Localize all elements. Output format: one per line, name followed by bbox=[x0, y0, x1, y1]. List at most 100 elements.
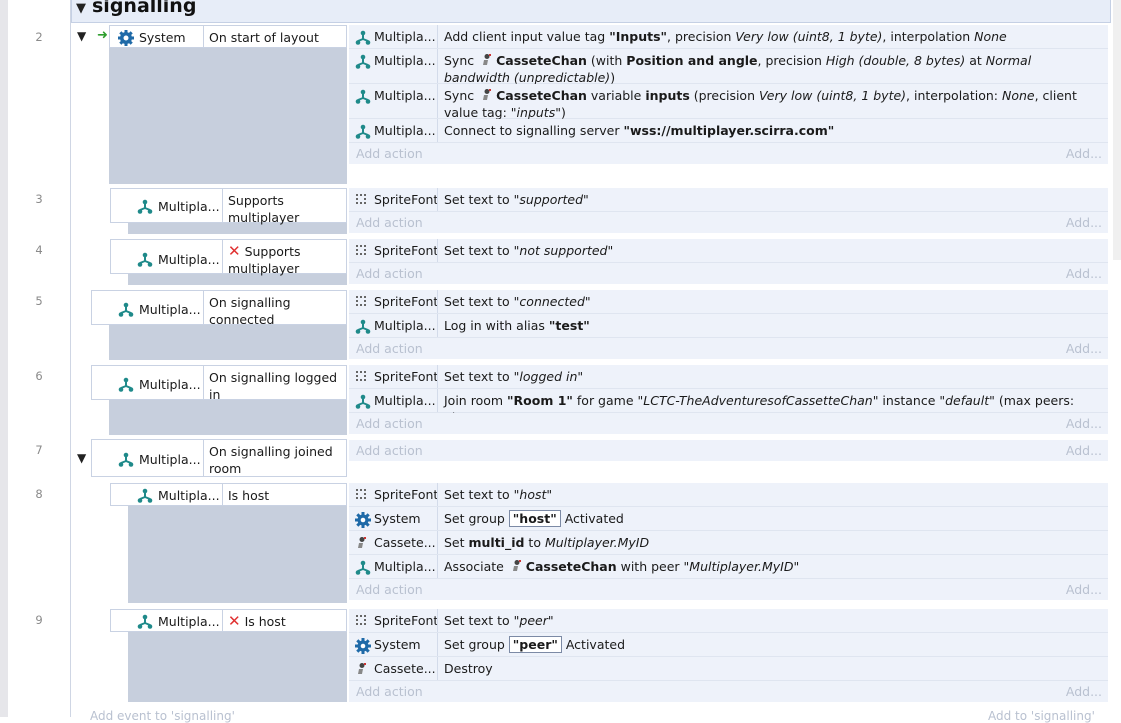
multiplayer-icon bbox=[355, 394, 371, 410]
action-row[interactable]: SpriteFont Set text to "supported" bbox=[349, 188, 1108, 212]
condition-object: Multipla... bbox=[158, 488, 220, 503]
action-text-part: "not supported" bbox=[513, 243, 614, 258]
action-text-part: Sync bbox=[444, 88, 479, 103]
add-event-link[interactable]: Add event to 'signalling' bbox=[90, 709, 235, 723]
condition-text: On signalling connected bbox=[209, 295, 291, 327]
condition-row[interactable]: Multipla... Supports multiplayer bbox=[110, 188, 347, 225]
action-text-part: Associate bbox=[444, 559, 508, 574]
sprite-icon bbox=[480, 53, 492, 67]
collapse-triangle-icon[interactable]: ▼ bbox=[77, 29, 86, 43]
add-action-link[interactable]: Add action bbox=[356, 582, 423, 597]
condition-row[interactable]: Multipla... On signalling logged in bbox=[91, 365, 347, 402]
add-more-link[interactable]: Add... bbox=[1066, 215, 1102, 230]
multiplayer-icon bbox=[355, 54, 371, 70]
action-object: Multipla... bbox=[374, 393, 436, 408]
add-action-link[interactable]: Add action bbox=[356, 146, 423, 161]
scrollbar[interactable] bbox=[1113, 0, 1121, 260]
condition-row[interactable]: Multipla... Is host bbox=[110, 483, 347, 506]
action-object: SpriteFont bbox=[374, 487, 439, 502]
action-object: SpriteFont bbox=[374, 294, 439, 309]
action-text-part: Very low (uint8, 1 byte) bbox=[735, 29, 883, 44]
action-row[interactable]: Multipla... Sync CasseteChan (with Positi… bbox=[349, 49, 1108, 85]
row-number: 4 bbox=[35, 243, 43, 257]
add-action-row[interactable]: Add action Add... bbox=[349, 143, 1108, 164]
add-to-group-link[interactable]: Add to 'signalling' bbox=[988, 709, 1095, 723]
action-text-part: Set text to bbox=[444, 192, 514, 207]
condition-row[interactable]: Multipla... ✕ Supports multiplayer bbox=[110, 239, 347, 276]
condition-object: Multipla... bbox=[158, 252, 220, 267]
add-more-link[interactable]: Add... bbox=[1066, 416, 1102, 431]
condition-object: Multipla... bbox=[158, 199, 220, 214]
separator bbox=[437, 119, 438, 142]
action-row[interactable]: SpriteFont Set text to "not supported" bbox=[349, 239, 1108, 263]
add-action-link[interactable]: Add action bbox=[356, 416, 423, 431]
add-action-row[interactable]: Add action Add... bbox=[349, 413, 1108, 434]
action-text-part: inputs bbox=[645, 88, 690, 103]
condition-row[interactable]: Multipla... On signalling connected bbox=[91, 290, 347, 327]
spritefont-icon bbox=[355, 488, 369, 504]
action-row[interactable]: Multipla... Add client input value tag "I… bbox=[349, 25, 1108, 49]
add-action-row[interactable]: Add action Add... bbox=[349, 212, 1108, 233]
action-row[interactable]: Multipla... Log in with alias "test" bbox=[349, 314, 1108, 338]
add-action-row[interactable]: Add action Add... bbox=[349, 579, 1108, 600]
action-row[interactable]: SpriteFont Set text to "logged in" bbox=[349, 365, 1108, 389]
condition-text: On start of layout bbox=[209, 30, 319, 45]
action-text-part: Set group bbox=[444, 637, 509, 652]
action-row[interactable]: System Set group "host" Activated bbox=[349, 507, 1108, 531]
sprite-icon bbox=[355, 662, 367, 676]
action-row[interactable]: System Set group "peer" Activated bbox=[349, 633, 1108, 657]
group-header[interactable]: ▼ signalling bbox=[71, 0, 1111, 23]
action-text-part: (max peers: bbox=[994, 393, 1075, 408]
add-action-link[interactable]: Add action bbox=[356, 266, 423, 281]
add-more-link[interactable]: Add... bbox=[1066, 266, 1102, 281]
action-text-part: "Multiplayer.MyID" bbox=[683, 559, 800, 574]
action-row[interactable]: Multipla... Associate CasseteChan with pe… bbox=[349, 555, 1108, 579]
action-text-part: "logged in" bbox=[513, 369, 584, 384]
collapse-triangle-icon[interactable]: ▼ bbox=[77, 451, 86, 465]
add-action-row[interactable]: Add action Add... bbox=[349, 440, 1108, 461]
add-action-row[interactable]: Add action Add... bbox=[349, 338, 1108, 359]
action-row[interactable]: Multipla... Join room "Room 1" for game "… bbox=[349, 389, 1108, 425]
add-action-row[interactable]: Add action Add... bbox=[349, 681, 1108, 702]
action-row[interactable]: SpriteFont Set text to "host" bbox=[349, 483, 1108, 507]
separator bbox=[203, 366, 204, 399]
trigger-arrow-icon: ➜ bbox=[97, 28, 108, 43]
condition-row[interactable]: System On start of layout bbox=[109, 25, 347, 48]
action-text-part: (with bbox=[586, 53, 627, 68]
action-text-part: Set text to bbox=[444, 294, 514, 309]
add-more-link[interactable]: Add... bbox=[1066, 341, 1102, 356]
action-row[interactable]: Cassete... Destroy bbox=[349, 657, 1108, 681]
separator bbox=[203, 440, 204, 476]
condition-object: System bbox=[139, 30, 186, 45]
gear-icon bbox=[355, 638, 371, 654]
action-row[interactable]: SpriteFont Set text to "connected" bbox=[349, 290, 1108, 314]
multiplayer-icon bbox=[355, 30, 371, 46]
add-more-link[interactable]: Add... bbox=[1066, 582, 1102, 597]
action-row[interactable]: Cassete... Set multi_id to Multiplayer.My… bbox=[349, 531, 1108, 555]
multiplayer-icon bbox=[118, 302, 134, 318]
add-action-link[interactable]: Add action bbox=[356, 341, 423, 356]
add-action-link[interactable]: Add action bbox=[356, 215, 423, 230]
add-more-link[interactable]: Add... bbox=[1066, 443, 1102, 458]
action-row[interactable]: SpriteFont Set text to "peer" bbox=[349, 609, 1108, 633]
action-row[interactable]: Multipla... Connect to signalling server … bbox=[349, 119, 1108, 143]
multiplayer-icon bbox=[118, 452, 134, 468]
action-text-part: (precision bbox=[689, 88, 759, 103]
multiplayer-icon bbox=[137, 488, 153, 504]
action-row[interactable]: Multipla... Sync CasseteChan variable inp… bbox=[349, 84, 1108, 120]
condition-row[interactable]: Multipla... On signalling joined room bbox=[91, 439, 347, 477]
action-text-part: High (double, 8 bytes) bbox=[825, 53, 966, 68]
action-object: Multipla... bbox=[374, 318, 436, 333]
condition-row[interactable]: Multipla... ✕ Is host bbox=[110, 609, 347, 632]
add-action-row[interactable]: Add action Add... bbox=[349, 263, 1108, 284]
add-more-link[interactable]: Add... bbox=[1066, 146, 1102, 161]
action-text-part: CasseteChan bbox=[496, 88, 587, 103]
action-text-part: , interpolation bbox=[882, 29, 975, 44]
collapse-triangle-icon[interactable]: ▼ bbox=[76, 1, 86, 16]
add-more-link[interactable]: Add... bbox=[1066, 684, 1102, 699]
spritefont-icon bbox=[355, 614, 369, 630]
add-action-link[interactable]: Add action bbox=[356, 684, 423, 699]
action-text-part: "inputs" bbox=[510, 105, 561, 120]
action-object: SpriteFont bbox=[374, 369, 439, 384]
add-action-link[interactable]: Add action bbox=[356, 443, 423, 458]
